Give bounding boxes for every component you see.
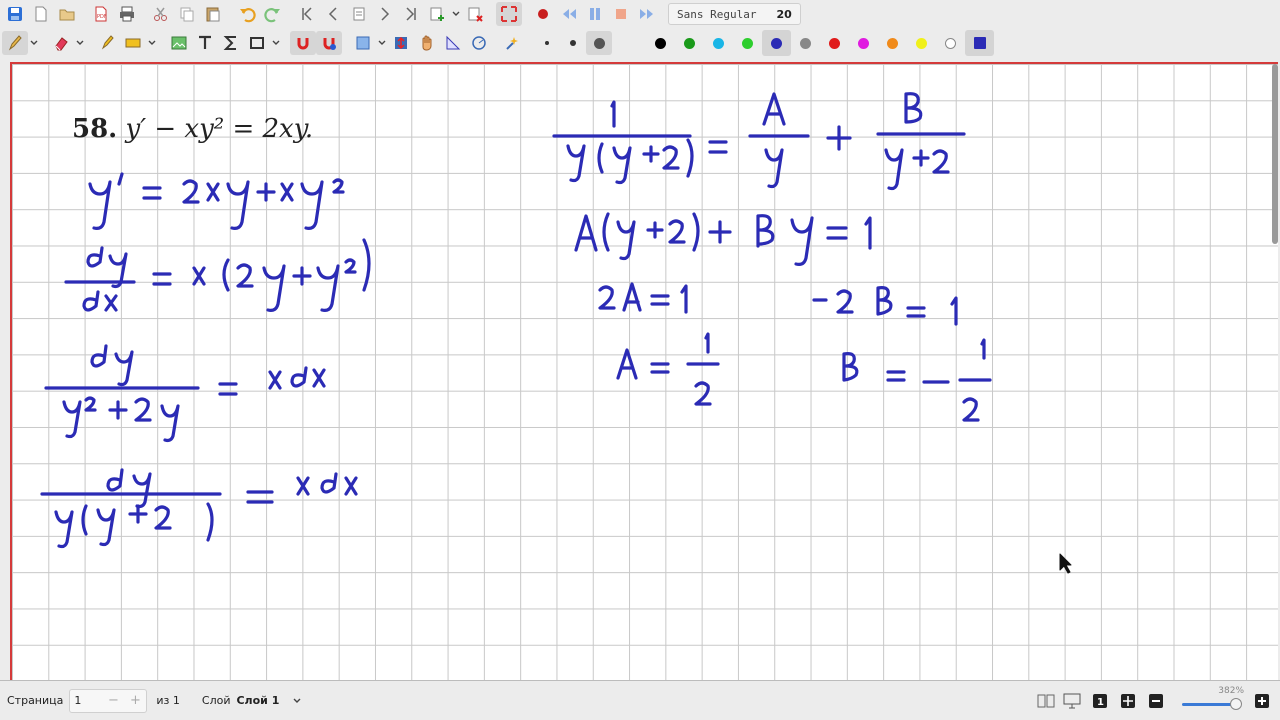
chevron-down-icon[interactable] [74, 31, 86, 55]
zoom-slider-handle[interactable] [1230, 697, 1242, 710]
zoom-fit-icon[interactable] [1114, 689, 1142, 713]
last-page-icon[interactable] [398, 2, 424, 26]
chevron-down-icon[interactable] [376, 31, 388, 55]
hand-icon[interactable] [414, 31, 440, 55]
stop-icon[interactable] [608, 2, 634, 26]
page-label: Страница [7, 694, 64, 707]
font-size: 20 [776, 7, 792, 21]
delete-page-icon[interactable] [462, 2, 488, 26]
ink-right-fraction [552, 92, 966, 191]
pen-icon[interactable] [2, 31, 28, 55]
add-page-icon[interactable] [424, 2, 450, 26]
ink-line-2 [64, 238, 371, 312]
forward-icon[interactable] [634, 2, 660, 26]
zoom-100-icon[interactable]: 1 [1086, 689, 1114, 713]
fill-icon[interactable] [612, 31, 638, 55]
color-yellow[interactable] [907, 30, 936, 56]
pen-size-medium-icon[interactable] [560, 31, 586, 55]
color-gray[interactable] [791, 30, 820, 56]
page-decrement-button[interactable]: − [102, 693, 124, 708]
color-black[interactable] [646, 30, 675, 56]
sigma-icon[interactable] [218, 31, 244, 55]
export-pdf-icon[interactable]: PDF [88, 2, 114, 26]
goto-page-icon[interactable] [346, 2, 372, 26]
vertical-scrollbar[interactable] [1272, 64, 1278, 244]
font-name: Sans Regular [677, 7, 757, 21]
text-icon[interactable] [192, 31, 218, 55]
color-cyan[interactable] [704, 30, 733, 56]
laser-pointer-icon[interactable] [500, 31, 526, 55]
font-selector[interactable]: Sans Regular 20 [668, 3, 801, 25]
rectangle-icon[interactable] [244, 31, 270, 55]
page-count: из 1 [156, 694, 180, 707]
page-number-field[interactable]: 1 − + [69, 688, 148, 713]
rewind-icon[interactable] [556, 2, 582, 26]
handwriting-ink [40, 92, 1072, 574]
two-page-view-icon[interactable] [1034, 689, 1058, 713]
ruler-icon[interactable] [440, 31, 466, 55]
highlighter-icon[interactable] [94, 31, 120, 55]
pause-icon[interactable] [582, 2, 608, 26]
paste-icon[interactable] [200, 2, 226, 26]
first-page-icon[interactable] [294, 2, 320, 26]
vertical-space-icon[interactable] [388, 31, 414, 55]
image-icon[interactable] [166, 31, 192, 55]
svg-text:1: 1 [1097, 697, 1104, 708]
zoom-out-icon[interactable] [1142, 689, 1170, 713]
fullscreen-icon[interactable] [496, 2, 522, 26]
color-white[interactable] [936, 30, 965, 56]
layer-label: Слой [201, 694, 231, 707]
grid-page[interactable]: 58. y′ − xy² = 2xy. [10, 62, 1278, 682]
chevron-down-icon[interactable] [293, 694, 301, 707]
color-blue[interactable] [762, 30, 791, 56]
layer-selector[interactable]: Слой 1 [236, 694, 279, 707]
chevron-down-icon[interactable] [28, 31, 40, 55]
undo-icon[interactable] [234, 2, 260, 26]
chevron-down-icon[interactable] [270, 31, 282, 55]
new-page-icon[interactable] [28, 2, 54, 26]
save-icon[interactable] [2, 2, 28, 26]
prev-page-icon[interactable] [320, 2, 346, 26]
presentation-view-icon[interactable] [1058, 689, 1086, 713]
svg-text:PDF: PDF [97, 14, 107, 20]
color-light-green[interactable] [733, 30, 762, 56]
canvas-area[interactable]: 58. y′ − xy² = 2xy. [0, 58, 1280, 682]
ink-line-4 [40, 468, 358, 549]
select-rect-icon[interactable] [350, 31, 376, 55]
zoom-in-icon[interactable] [1248, 689, 1276, 713]
next-page-icon[interactable] [372, 2, 398, 26]
color-green[interactable] [675, 30, 704, 56]
open-icon[interactable] [54, 2, 80, 26]
redo-icon[interactable] [260, 2, 286, 26]
print-icon[interactable] [114, 2, 140, 26]
compass-icon[interactable] [466, 31, 492, 55]
chevron-down-icon[interactable] [450, 2, 462, 26]
cut-icon[interactable] [148, 2, 174, 26]
ink-right-lines [574, 212, 992, 422]
custom-color-button[interactable] [965, 30, 994, 56]
magnet-icon[interactable] [290, 31, 316, 55]
mouse-cursor-icon [1059, 553, 1072, 574]
zoom-level: 382% [1218, 685, 1244, 696]
tools-toolbar [0, 28, 1280, 58]
text-tool-icon[interactable] [120, 31, 146, 55]
eraser-icon[interactable] [48, 31, 74, 55]
pen-size-large-icon[interactable] [586, 31, 612, 55]
pen-size-small-icon[interactable] [534, 31, 560, 55]
main-toolbar: PDF Sans Regular 20 [0, 0, 1280, 28]
status-bar: Страница 1 − + из 1 Слой Слой 1 1 382% [0, 680, 1280, 720]
color-orange[interactable] [878, 30, 907, 56]
color-red[interactable] [820, 30, 849, 56]
record-icon[interactable] [530, 2, 556, 26]
page-increment-button[interactable]: + [124, 693, 146, 708]
color-magenta[interactable] [849, 30, 878, 56]
ink-line-1 [88, 172, 345, 230]
ink-line-3 [44, 344, 326, 443]
grid-snap-icon[interactable] [316, 31, 342, 55]
chevron-down-icon[interactable] [146, 31, 158, 55]
copy-icon[interactable] [174, 2, 200, 26]
page-number-value[interactable]: 1 [70, 694, 102, 707]
zoom-slider[interactable]: 382% [1182, 685, 1248, 713]
